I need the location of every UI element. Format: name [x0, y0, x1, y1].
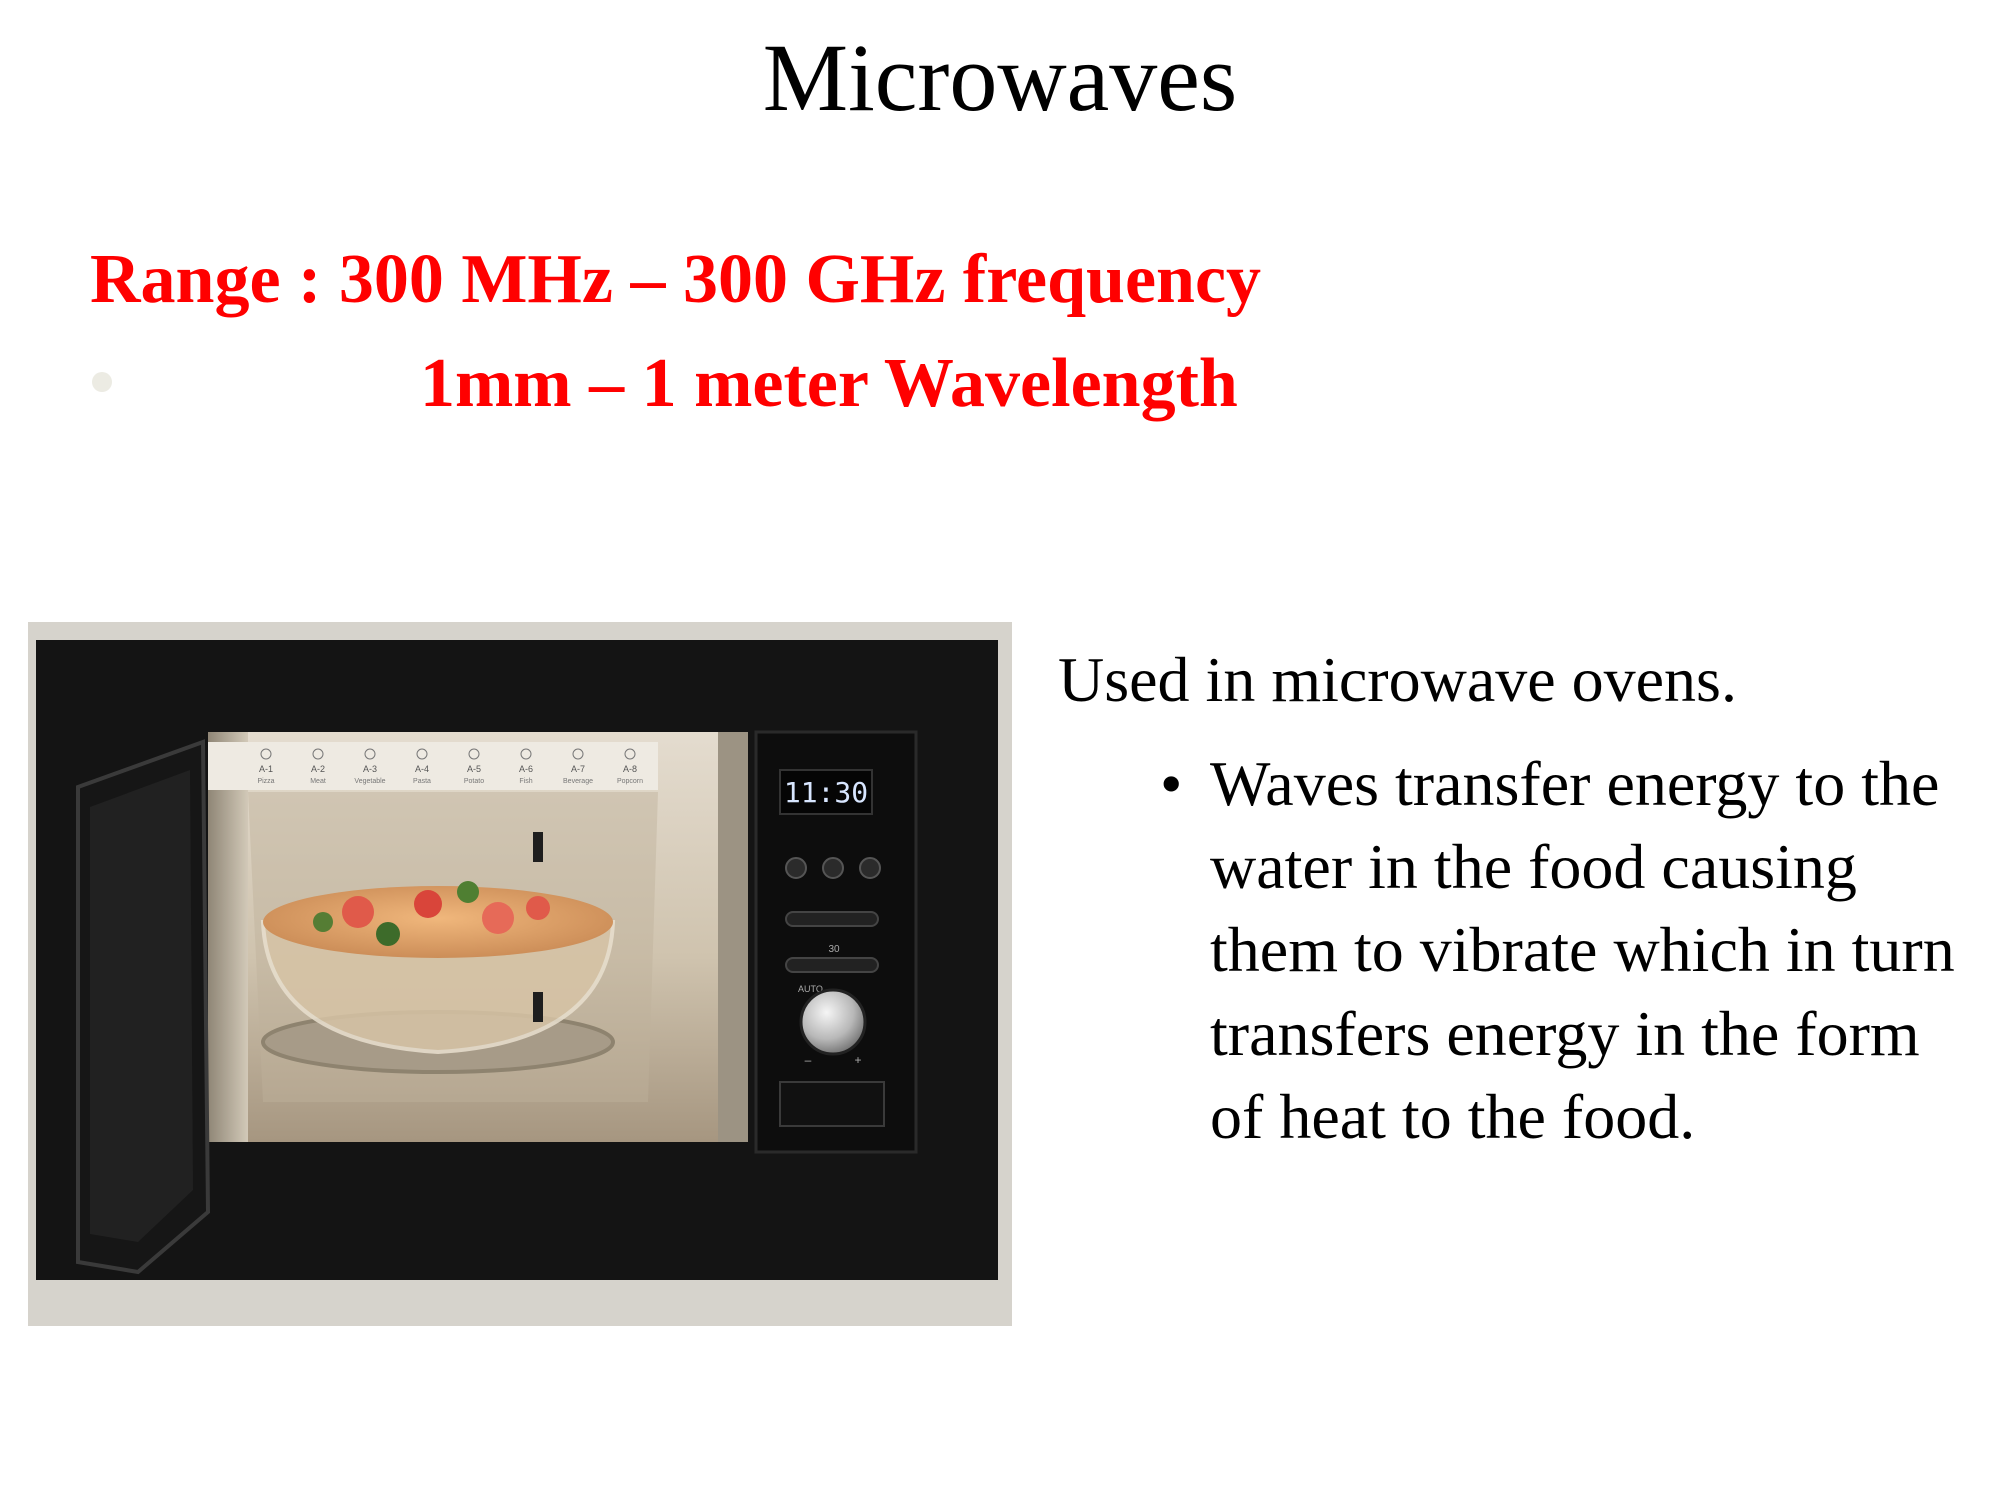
stop-button — [785, 911, 879, 927]
panel-button-3 — [859, 857, 881, 879]
usage-text: Used in microwave ovens. — [1058, 644, 1737, 715]
frequency-range-text: Range : 300 MHz – 300 GHz frequency — [90, 241, 1262, 318]
program-name: Potato — [464, 778, 484, 785]
door-release-button — [779, 1081, 885, 1127]
energy-transfer-text: Waves transfer energy to the water in th… — [1210, 748, 1955, 1152]
program-code: A-2 — [311, 764, 325, 774]
program-code: A-4 — [415, 764, 429, 774]
program-code: A-1 — [259, 764, 273, 774]
program-code: A-8 — [623, 764, 637, 774]
microwave-oven-photo: 11:30 30 AUTO – + A-1 Pizza A-2 Meat A-3 Vege… — [28, 622, 1012, 1326]
program-code: A-5 — [467, 764, 481, 774]
program-name: Meat — [310, 778, 326, 785]
program-code: A-6 — [519, 764, 533, 774]
panel-button-2 — [822, 857, 844, 879]
program-name: Beverage — [563, 778, 593, 785]
program-name: Popcorn — [617, 778, 643, 785]
faint-bullet-dot — [92, 372, 112, 392]
program-name: Fish — [519, 778, 532, 785]
program-name: Pasta — [413, 778, 431, 785]
display-time: 11:30 — [784, 776, 868, 809]
control-knob — [799, 988, 867, 1056]
wavelength-range-text: 1mm – 1 meter Wavelength — [420, 345, 1238, 422]
start-label: 30 — [828, 944, 840, 955]
slide-title: Microwaves — [762, 24, 1238, 131]
program-code: A-7 — [571, 764, 585, 774]
program-name: Vegetable — [354, 778, 385, 785]
start-button — [785, 957, 879, 973]
knob-plus: + — [854, 1053, 861, 1067]
program-code: A-3 — [363, 764, 377, 774]
panel-button-1 — [785, 857, 807, 879]
bullet-marker: • — [1160, 748, 1183, 819]
program-name: Pizza — [257, 778, 274, 785]
knob-minus: – — [805, 1053, 812, 1067]
